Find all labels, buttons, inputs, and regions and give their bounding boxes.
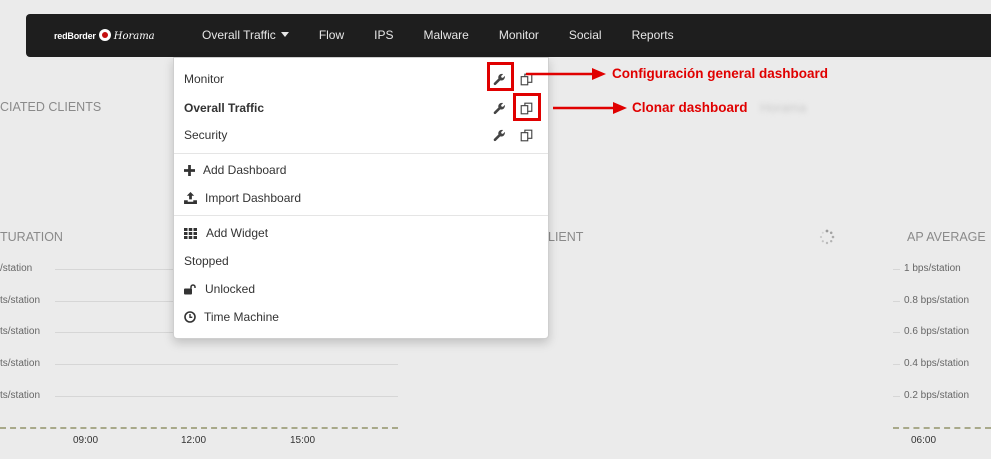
add-widget-label: Add Widget bbox=[206, 226, 269, 240]
wrench-icon[interactable] bbox=[492, 124, 506, 146]
widget-title-saturation: TURATION bbox=[0, 230, 63, 244]
nav-ips[interactable]: IPS bbox=[359, 14, 408, 57]
nav-reports[interactable]: Reports bbox=[617, 14, 689, 57]
grid-line bbox=[55, 364, 398, 365]
top-navbar: redBorder Horama Overall Traffic Flow IP… bbox=[26, 14, 991, 57]
annotation-blurred-text: Horama bbox=[760, 100, 807, 115]
annotation-highlight-clone bbox=[513, 93, 541, 121]
x-tick-label: 12:00 bbox=[181, 435, 207, 446]
left-axis-label: ts/station bbox=[0, 295, 41, 306]
annotation-config-label: Configuración general dashboard bbox=[612, 66, 829, 81]
unlocked-toggle-item[interactable]: Unlocked bbox=[174, 278, 548, 300]
upload-icon bbox=[184, 187, 198, 209]
chart-baseline bbox=[0, 427, 398, 429]
right-axis-label: 0.8 bps/station bbox=[904, 295, 970, 306]
plus-icon bbox=[184, 159, 198, 181]
clone-icon[interactable] bbox=[519, 124, 533, 146]
right-axis-label: 0.4 bps/station bbox=[904, 358, 970, 369]
main-nav: Overall Traffic Flow IPS Malware Monitor… bbox=[187, 14, 689, 57]
time-machine-item[interactable]: Time Machine bbox=[174, 306, 548, 328]
stopped-toggle-item[interactable]: Stopped bbox=[174, 250, 548, 272]
grid-tick bbox=[893, 332, 900, 333]
unlock-icon bbox=[184, 278, 198, 300]
grid-icon bbox=[184, 222, 198, 244]
time-machine-label: Time Machine bbox=[204, 310, 279, 324]
annotation-highlight-config bbox=[487, 62, 514, 91]
left-axis-label: ts/station bbox=[0, 390, 41, 401]
grid-line bbox=[55, 396, 398, 397]
caret-down-icon bbox=[280, 32, 289, 37]
x-tick-label: 06:00 bbox=[911, 435, 937, 446]
nav-overall-traffic[interactable]: Overall Traffic bbox=[187, 14, 304, 57]
widget-title-associated-clients: CIATED CLIENTS bbox=[0, 100, 102, 114]
grid-tick bbox=[893, 396, 900, 397]
right-axis-label: 0.2 bps/station bbox=[904, 390, 970, 401]
right-axis-label: 1 bps/station bbox=[904, 263, 961, 274]
dashboard-item-label: Monitor bbox=[184, 72, 225, 86]
add-dashboard-label: Add Dashboard bbox=[203, 163, 287, 177]
dashboard-item-label: Overall Traffic bbox=[184, 101, 265, 115]
grid-tick bbox=[893, 301, 900, 302]
left-axis-label: ts/station bbox=[0, 358, 41, 369]
clock-icon bbox=[184, 306, 198, 328]
nav-monitor[interactable]: Monitor bbox=[484, 14, 554, 57]
wrench-icon[interactable] bbox=[492, 97, 506, 119]
annotation-arrow-config bbox=[526, 68, 606, 80]
left-axis-label: ts/station bbox=[0, 326, 41, 337]
dashboard-dropdown-menu: Monitor Overall Traffic Security Add Das… bbox=[173, 57, 549, 339]
unlocked-label: Unlocked bbox=[205, 282, 256, 296]
brand-name-part1: redBorder bbox=[54, 31, 96, 41]
nav-flow[interactable]: Flow bbox=[304, 14, 359, 57]
stopped-label: Stopped bbox=[184, 254, 229, 268]
dashboard-item-label: Security bbox=[184, 128, 228, 142]
dashboard-item-security[interactable]: Security bbox=[174, 124, 548, 146]
dashboard-item-overall-traffic[interactable]: Overall Traffic bbox=[174, 97, 548, 119]
annotation-arrow-clone bbox=[553, 102, 627, 114]
x-tick-label: 15:00 bbox=[290, 435, 316, 446]
loading-spinner-icon bbox=[819, 229, 835, 245]
brand-logo-icon bbox=[98, 29, 111, 41]
menu-divider bbox=[174, 215, 548, 216]
import-dashboard-label: Import Dashboard bbox=[205, 191, 302, 205]
chart-baseline bbox=[893, 427, 991, 429]
nav-malware[interactable]: Malware bbox=[409, 14, 484, 57]
grid-tick bbox=[893, 364, 900, 365]
import-dashboard-item[interactable]: Import Dashboard bbox=[174, 187, 548, 209]
widget-title-client: LIENT bbox=[548, 230, 584, 244]
brand-name-part2: Horama bbox=[113, 30, 155, 42]
add-widget-item[interactable]: Add Widget bbox=[174, 222, 548, 244]
x-tick-label: 09:00 bbox=[73, 435, 99, 446]
right-axis-label: 0.6 bps/station bbox=[904, 326, 970, 337]
brand-logo[interactable]: redBorder Horama bbox=[54, 26, 155, 46]
grid-tick bbox=[893, 269, 900, 270]
nav-overall-traffic-label: Overall Traffic bbox=[202, 28, 276, 42]
annotation-clone-label: Clonar dashboard bbox=[632, 100, 748, 115]
left-axis-label: /station bbox=[0, 263, 33, 274]
menu-divider bbox=[174, 153, 548, 154]
add-dashboard-item[interactable]: Add Dashboard bbox=[174, 159, 548, 181]
nav-social[interactable]: Social bbox=[554, 14, 617, 57]
widget-title-ap-average: AP AVERAGE bbox=[907, 230, 986, 244]
